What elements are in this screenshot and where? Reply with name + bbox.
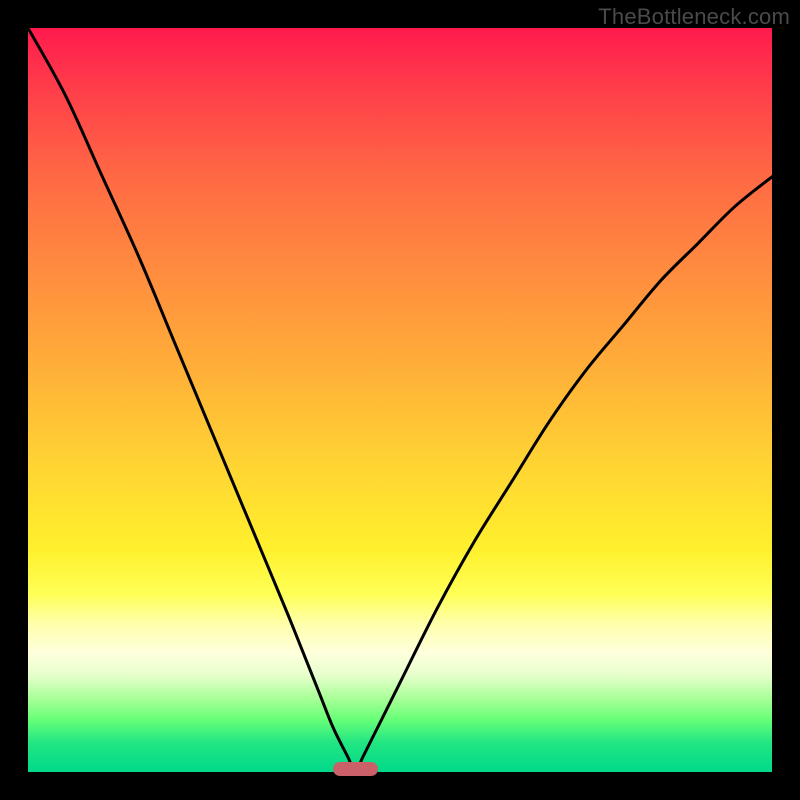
optimum-marker	[333, 762, 378, 776]
watermark-text: TheBottleneck.com	[598, 4, 790, 30]
plot-area	[28, 28, 772, 772]
bottleneck-curve	[28, 28, 772, 772]
chart-frame: TheBottleneck.com	[0, 0, 800, 800]
